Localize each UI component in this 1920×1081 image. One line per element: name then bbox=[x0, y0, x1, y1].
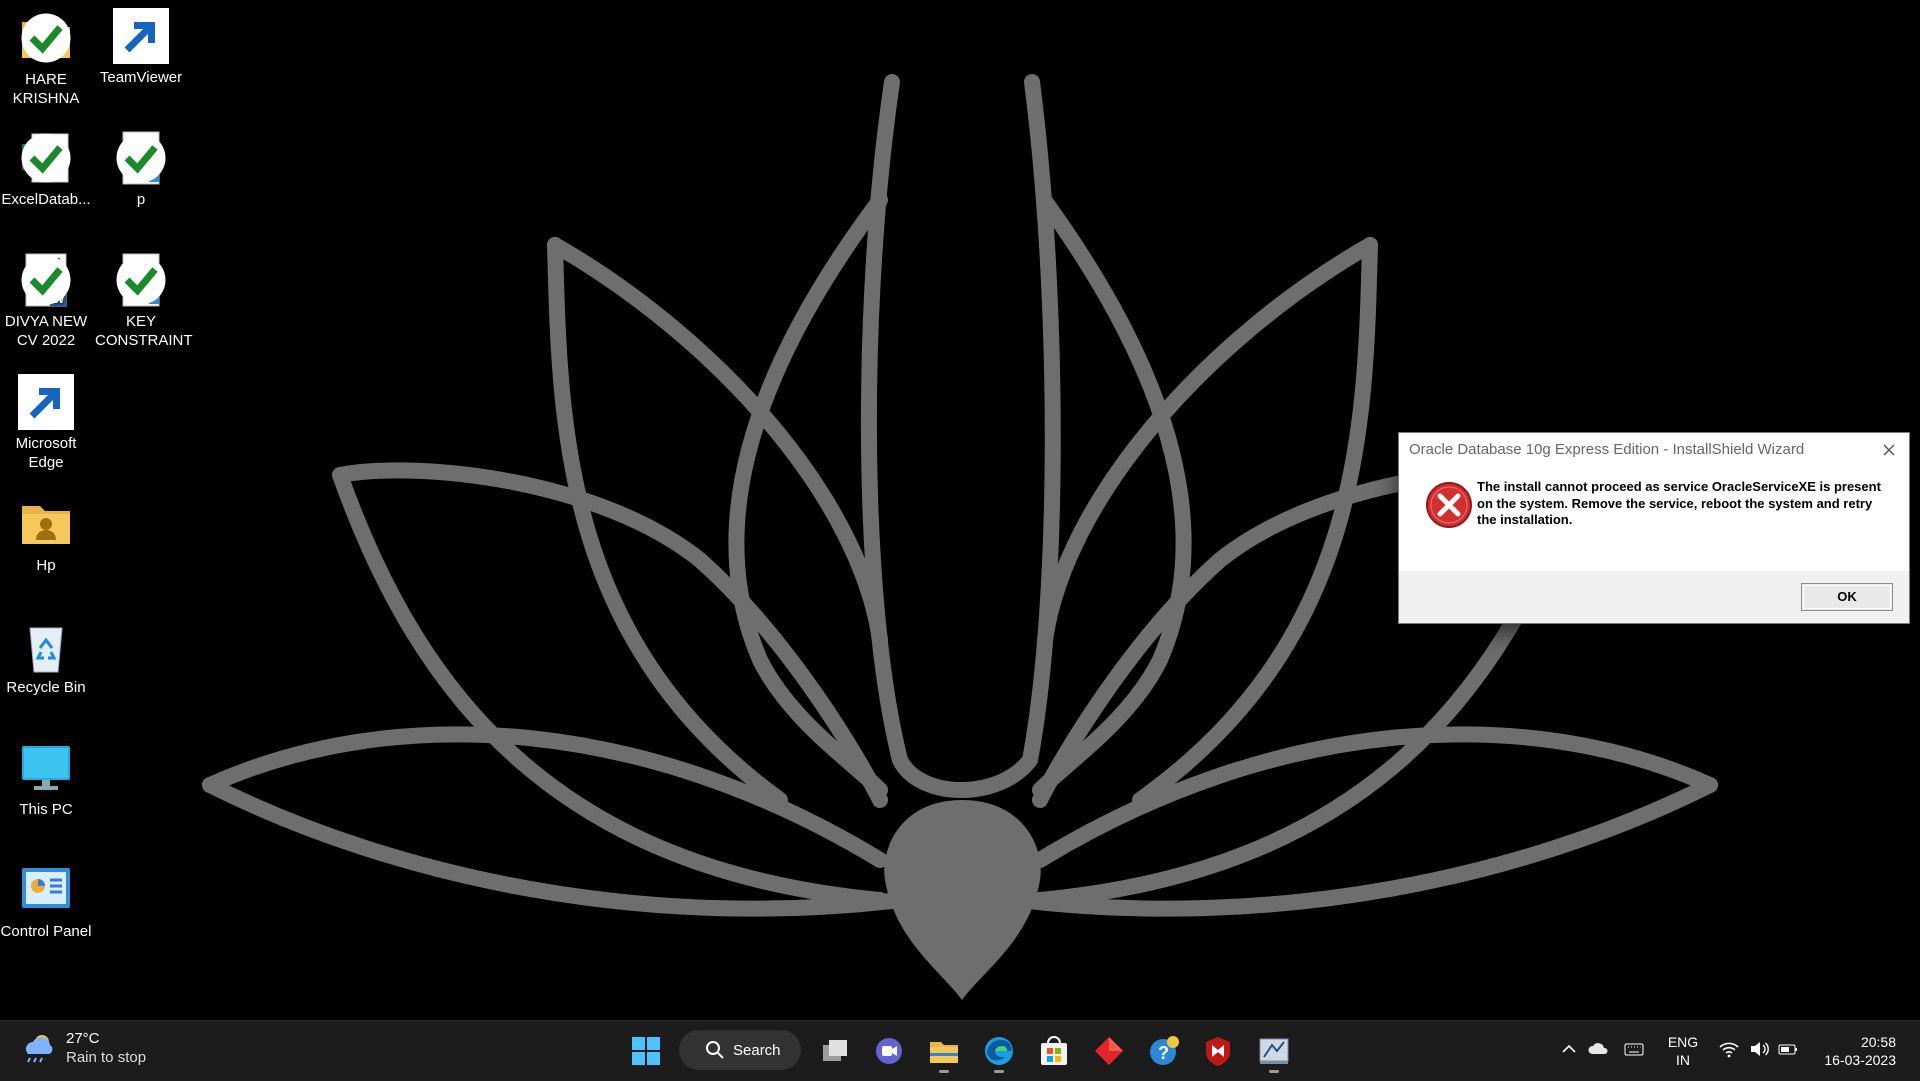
app-red-diamond-button[interactable] bbox=[1089, 1031, 1129, 1071]
sync-status-icon bbox=[116, 133, 166, 183]
sync-status-icon bbox=[21, 133, 71, 183]
task-view-icon bbox=[823, 1040, 847, 1061]
error-icon bbox=[1426, 482, 1472, 528]
clock-time: 20:58 bbox=[1860, 1034, 1896, 1050]
help-icon: ? bbox=[1150, 1036, 1179, 1065]
app-red-diamond-icon bbox=[1095, 1037, 1123, 1065]
desktop-icon-label: TeamViewer bbox=[99, 69, 183, 86]
user-folder-icon bbox=[22, 506, 70, 544]
get-help-button[interactable]: ? bbox=[1144, 1031, 1184, 1071]
desktop-icon-label: KEY CONSTRAINT bbox=[95, 313, 193, 349]
running-indicator bbox=[994, 1070, 1004, 1073]
weather-temp: 27°C bbox=[66, 1030, 100, 1047]
onedrive-cloud-icon bbox=[1588, 1043, 1608, 1054]
desktop-icon-label: HARE KRISHNA bbox=[12, 71, 80, 107]
volume-status[interactable] bbox=[1745, 1035, 1773, 1063]
installer-button[interactable] bbox=[1254, 1031, 1294, 1073]
monitor-icon bbox=[22, 746, 70, 790]
desktop-icon-label: DIVYA NEW CV 2022 bbox=[4, 313, 88, 349]
desktop-icon-label: Recycle Bin bbox=[6, 679, 86, 696]
desktop-icon-hp[interactable]: Hp bbox=[0, 496, 92, 575]
edge-taskbar-button[interactable] bbox=[979, 1031, 1019, 1073]
sync-status-icon bbox=[21, 255, 71, 305]
file-explorer-icon bbox=[930, 1042, 958, 1063]
desktop-icon-teamviewer[interactable]: TeamViewer bbox=[95, 8, 187, 87]
dialog-titlebar[interactable]: Oracle Database 10g Express Edition - In… bbox=[1399, 433, 1909, 465]
taskbar-clock[interactable]: 20:58 16-03-2023 bbox=[1810, 1033, 1896, 1069]
desktop-icon-label: p bbox=[136, 191, 146, 208]
show-hidden-icons-button[interactable] bbox=[1555, 1035, 1583, 1063]
lang-region: IN bbox=[1676, 1052, 1690, 1068]
dialog-body: The install cannot proceed as service Or… bbox=[1399, 465, 1909, 553]
onedrive-button[interactable] bbox=[1585, 1035, 1613, 1063]
mcafee-icon bbox=[1206, 1037, 1230, 1066]
teams-chat-button[interactable] bbox=[869, 1031, 909, 1071]
shortcut-arrow-icon bbox=[18, 374, 74, 430]
installer-icon bbox=[1259, 1038, 1289, 1064]
weather-condition: Rain to stop bbox=[66, 1049, 147, 1066]
installshield-error-dialog: Oracle Database 10g Express Edition - In… bbox=[1398, 432, 1910, 624]
keyboard-icon bbox=[1624, 1043, 1644, 1056]
desktop-icon-exceldatabase[interactable]: X ExcelDatab... bbox=[0, 130, 92, 209]
desktop-icon-key-constraint[interactable]: KEY CONSTRAINT bbox=[95, 252, 193, 350]
desktop-icon-label: Control Panel bbox=[0, 923, 92, 940]
store-button[interactable] bbox=[1034, 1031, 1074, 1071]
rain-cloud-icon bbox=[25, 1035, 53, 1063]
search-icon bbox=[706, 1041, 724, 1059]
edge-icon bbox=[985, 1037, 1013, 1065]
desktop-icon-microsoft-edge[interactable]: Microsoft Edge bbox=[0, 374, 92, 472]
chevron-up-icon bbox=[1562, 1044, 1576, 1053]
running-indicator bbox=[939, 1070, 949, 1073]
sync-status-icon bbox=[21, 13, 71, 63]
dialog-footer: OK bbox=[1399, 571, 1909, 623]
desktop-icon-label: Hp bbox=[36, 557, 56, 574]
file-explorer-button[interactable] bbox=[924, 1031, 964, 1073]
desktop-icon-label: ExcelDatab... bbox=[1, 191, 91, 208]
desktop-icon-label: This PC bbox=[19, 801, 73, 818]
lang-primary: ENG bbox=[1667, 1034, 1699, 1050]
store-icon bbox=[1041, 1036, 1067, 1065]
desktop-icon-this-pc[interactable]: This PC bbox=[0, 740, 92, 819]
start-button[interactable] bbox=[626, 1031, 666, 1071]
touch-keyboard-button[interactable] bbox=[1620, 1035, 1648, 1063]
speaker-icon bbox=[1751, 1042, 1769, 1056]
teams-chat-icon bbox=[876, 1038, 902, 1064]
taskbar: 27°C Rain to stop Search ? ENG IN 20:58 … bbox=[0, 1020, 1920, 1081]
desktop-icon-hare-krishna[interactable]: HARE KRISHNA bbox=[0, 10, 92, 108]
desktop-icon-p[interactable]: p bbox=[95, 130, 187, 209]
desktop-icon-label: Microsoft Edge bbox=[15, 435, 77, 471]
mcafee-button[interactable] bbox=[1198, 1031, 1238, 1071]
taskbar-search[interactable]: Search bbox=[679, 1030, 801, 1070]
battery-icon bbox=[1778, 1044, 1797, 1055]
running-indicator bbox=[1269, 1070, 1279, 1073]
dialog-message: The install cannot proceed as service Or… bbox=[1477, 479, 1881, 527]
task-view-button[interactable] bbox=[815, 1031, 855, 1071]
start-icon bbox=[632, 1037, 660, 1065]
control-panel-icon bbox=[22, 868, 70, 908]
battery-status[interactable] bbox=[1774, 1035, 1802, 1063]
clock-date: 16-03-2023 bbox=[1824, 1052, 1896, 1068]
search-label: Search bbox=[733, 1041, 781, 1059]
shortcut-arrow-icon bbox=[113, 8, 169, 64]
weather-widget[interactable]: 27°C Rain to stop bbox=[20, 1029, 146, 1067]
desktop-icon-divya-new-cv[interactable]: W DIVYA NEW CV 2022 bbox=[0, 252, 92, 350]
wifi-icon bbox=[1719, 1042, 1739, 1058]
svg-text:?: ? bbox=[1158, 1043, 1169, 1063]
recycle-bin-icon bbox=[29, 627, 63, 673]
desktop-icon-control-panel[interactable]: Control Panel bbox=[0, 862, 92, 941]
ok-button[interactable]: OK bbox=[1801, 583, 1893, 611]
wifi-status[interactable] bbox=[1715, 1035, 1743, 1063]
language-indicator[interactable]: ENG IN bbox=[1660, 1033, 1706, 1069]
dialog-title: Oracle Database 10g Express Edition - In… bbox=[1409, 440, 1805, 458]
desktop-icon-recycle-bin[interactable]: Recycle Bin bbox=[0, 618, 92, 697]
sync-status-icon bbox=[116, 255, 166, 305]
close-icon[interactable] bbox=[1879, 440, 1899, 460]
